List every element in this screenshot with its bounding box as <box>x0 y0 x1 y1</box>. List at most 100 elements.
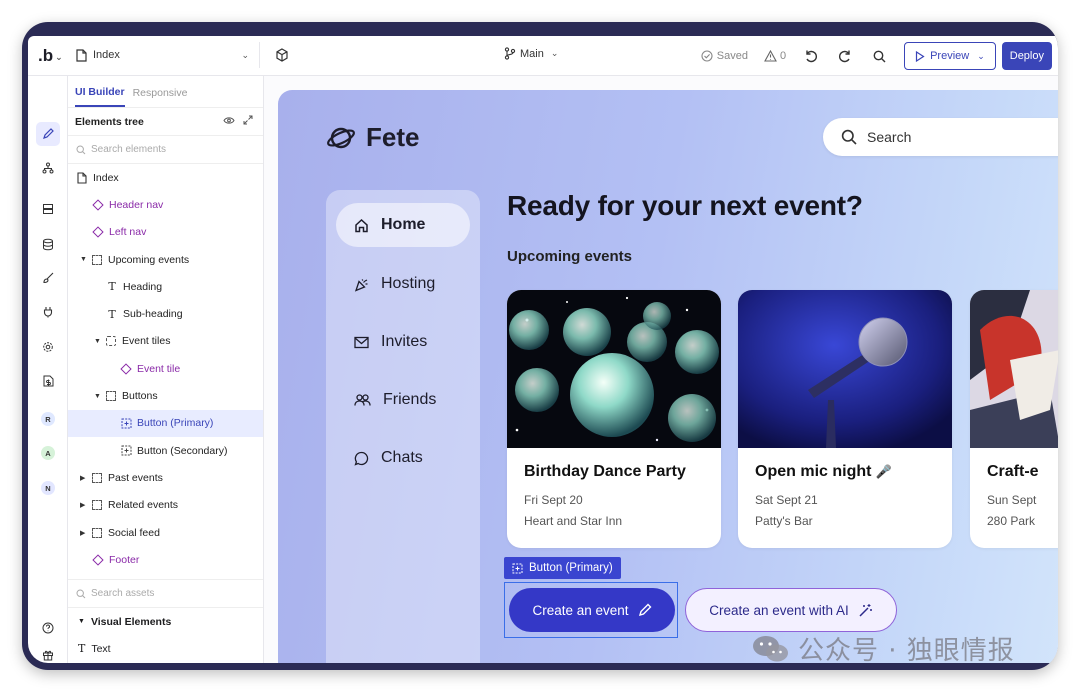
tree-item-buttons[interactable]: ▼ Buttons <box>68 382 263 409</box>
rail-help[interactable] <box>36 616 60 640</box>
nav-home[interactable]: Home <box>336 203 470 247</box>
caret-down-icon[interactable]: ▼ <box>94 338 104 345</box>
friends-icon <box>354 394 371 406</box>
deploy-button[interactable]: Deploy <box>1001 42 1052 70</box>
watermark: 公众号 · 独眼情报 <box>752 630 1015 667</box>
magic-wand-icon <box>859 603 872 617</box>
search-elements[interactable]: Search elements <box>68 136 263 164</box>
eye-icon[interactable] <box>223 116 235 128</box>
server-icon <box>43 204 53 214</box>
search-assets-placeholder: Search assets <box>91 588 155 599</box>
nav-chats[interactable]: Chats <box>336 436 470 480</box>
page-icon <box>75 172 89 184</box>
caret-down-icon[interactable]: ▼ <box>80 256 90 263</box>
rail-sitemap[interactable] <box>36 156 60 180</box>
page-select[interactable]: Index ⌄ <box>70 42 260 68</box>
visual-elements-header[interactable]: ▼ Visual Elements <box>68 608 263 635</box>
site-preview: Fete Search Home Hosting Invites Friends… <box>278 90 1058 663</box>
tree-item-event-tile[interactable]: Event tile <box>68 355 263 382</box>
nav-hosting[interactable]: Hosting <box>336 262 470 306</box>
rail-design[interactable] <box>36 122 60 146</box>
search-icon <box>76 144 86 154</box>
design-canvas[interactable]: Fete Search Home Hosting Invites Friends… <box>264 76 1058 663</box>
container-icon <box>104 336 118 347</box>
preview-button[interactable]: Preview ⌄ <box>904 42 996 70</box>
site-search[interactable]: Search <box>823 118 1058 156</box>
plug-icon <box>43 307 53 318</box>
asset-text-label: Text <box>91 642 111 655</box>
rail-settings[interactable] <box>36 335 60 359</box>
branch-select[interactable]: Main ⌄ <box>504 47 558 60</box>
caret-down-icon[interactable]: ▼ <box>94 393 104 400</box>
event-place: Patty's Bar <box>755 514 813 528</box>
rail-gift[interactable] <box>36 643 60 663</box>
tree-item-label: Header nav <box>109 198 164 211</box>
cube-icon[interactable] <box>274 47 290 63</box>
tab-ui-builder[interactable]: UI Builder <box>75 77 125 107</box>
tree-item-related-events[interactable]: ▶ Related events <box>68 492 263 519</box>
gift-icon <box>43 650 53 661</box>
chevron-down-icon: ⌄ <box>55 51 63 62</box>
rail-plugins[interactable] <box>36 300 60 324</box>
rail-brush[interactable] <box>36 266 60 290</box>
tree-item-left-nav[interactable]: Left nav <box>68 219 263 246</box>
search-icon <box>841 129 857 145</box>
tree-item-upcoming-events[interactable]: ▼ Upcoming events <box>68 246 263 273</box>
tree-item-past-events[interactable]: ▶ Past events <box>68 464 263 491</box>
elements-tree: Index Header nav Left nav ▼ Upcoming eve… <box>68 164 263 573</box>
party-icon <box>354 278 368 292</box>
search-assets[interactable]: Search assets <box>68 580 263 608</box>
asset-text[interactable]: T Text <box>68 635 263 662</box>
warnings-button[interactable]: 0 <box>764 50 786 62</box>
tree-item-label: Sub-heading <box>123 308 183 321</box>
search-icon <box>76 588 86 598</box>
saved-label: Saved <box>716 50 748 62</box>
tree-item-heading[interactable]: T Heading <box>68 273 263 300</box>
component-icon <box>91 554 105 566</box>
tree-item-label: Button (Primary) <box>137 417 214 430</box>
event-tile[interactable]: Birthday Dance Party Fri Sept 20 Heart a… <box>507 290 721 548</box>
create-event-button[interactable]: Create an event <box>509 588 675 632</box>
caret-right-icon[interactable]: ▶ <box>80 474 90 482</box>
container-icon <box>90 500 104 511</box>
nav-invites[interactable]: Invites <box>336 320 470 364</box>
event-image-craft <box>970 290 1058 448</box>
nav-friends[interactable]: Friends <box>336 378 470 422</box>
tree-item-sub-heading[interactable]: T Sub-heading <box>68 300 263 327</box>
rail-user-r[interactable]: R <box>36 407 60 431</box>
redo-button[interactable] <box>836 47 854 65</box>
container-icon <box>90 254 104 265</box>
event-tile[interactable]: Craft-e Sun Sept 280 Park <box>970 290 1058 548</box>
mail-icon <box>354 336 369 348</box>
expand-icon[interactable] <box>243 115 253 128</box>
search-button[interactable] <box>870 47 888 65</box>
rail-user-a[interactable]: A <box>36 441 60 465</box>
tree-item-label: Social feed <box>108 526 160 539</box>
tree-item-header-nav[interactable]: Header nav <box>68 191 263 218</box>
tree-item-social-feed[interactable]: ▶ Social feed <box>68 519 263 546</box>
site-logo[interactable]: Fete <box>326 122 419 153</box>
caret-right-icon[interactable]: ▶ <box>80 501 90 509</box>
nav-chats-label: Chats <box>381 449 423 466</box>
tree-item-index[interactable]: Index <box>68 164 263 191</box>
create-event-ai-button[interactable]: Create an event with AI <box>685 588 897 632</box>
saved-status: Saved <box>701 50 748 62</box>
button-icon <box>119 445 133 456</box>
tree-item-button-secondary[interactable]: Button (Secondary) <box>68 437 263 464</box>
brand-menu[interactable]: .b ⌄ <box>28 46 68 66</box>
tree-item-button-primary[interactable]: Button (Primary) <box>68 409 263 437</box>
caret-right-icon[interactable]: ▶ <box>80 529 90 537</box>
tree-item-label: Event tiles <box>122 335 171 348</box>
tab-responsive[interactable]: Responsive <box>133 78 188 106</box>
undo-button[interactable] <box>802 47 820 65</box>
rail-file-dollar[interactable] <box>36 369 60 393</box>
rail-user-n[interactable]: N <box>36 476 60 500</box>
tree-item-label: Past events <box>108 471 163 484</box>
tree-item-event-tiles[interactable]: ▼ Event tiles <box>68 328 263 355</box>
event-tile[interactable]: Open mic night 🎤 Sat Sept 21 Patty's Bar <box>738 290 952 548</box>
rail-server[interactable] <box>36 197 60 221</box>
event-title-text: Open mic night <box>755 463 872 480</box>
brand-logo: .b <box>38 45 54 65</box>
tree-item-footer[interactable]: Footer <box>68 546 263 573</box>
rail-database[interactable] <box>36 232 60 256</box>
